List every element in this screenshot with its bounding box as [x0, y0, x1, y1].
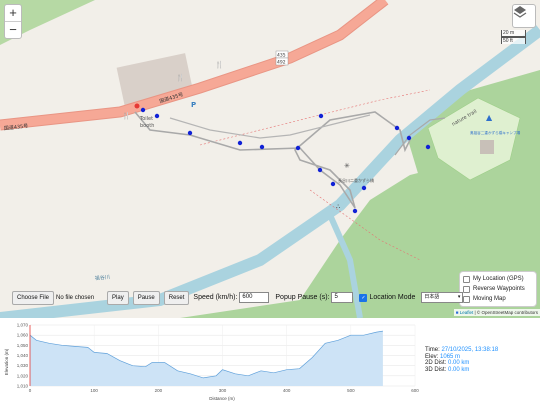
- x-tick-label: 200: [155, 388, 163, 393]
- choose-file-button[interactable]: Choose File: [12, 290, 55, 305]
- building: [480, 140, 494, 154]
- current-position-marker[interactable]: [134, 103, 140, 109]
- location-mode-label: Location Mode: [369, 294, 416, 301]
- leaflet-link[interactable]: Leaflet: [460, 310, 474, 315]
- map-view[interactable]: 🍴 🍴 🍴 P ▲ ✳ ⛬ 国道435号 国道435号 435 492 Toil…: [0, 0, 540, 318]
- scale-imperial: 50 ft: [501, 37, 526, 44]
- waypoint-marker[interactable]: [352, 208, 358, 214]
- y-tick-label: 1,020: [17, 373, 29, 378]
- scale-bar: 20 m 50 ft: [501, 30, 526, 44]
- waypoint-marker[interactable]: [259, 144, 265, 150]
- time-value: 27/10/2025, 13:38:18: [441, 347, 499, 353]
- popup-pause-label: Popup Pause (s):: [275, 294, 330, 301]
- time-label: Time:: [425, 347, 440, 353]
- dist2d-label: 2D Dist:: [425, 360, 447, 366]
- map-canvas: 🍴 🍴 🍴 P ▲ ✳ ⛬ 国道435号 国道435号 435 492 Toil…: [0, 0, 540, 318]
- moving-map-option[interactable]: Moving Map: [463, 294, 533, 304]
- speed-input[interactable]: 600: [239, 292, 270, 303]
- waypoint-marker[interactable]: [187, 130, 193, 136]
- x-tick-label: 500: [347, 388, 355, 393]
- dist2d-value: 0.00 km: [448, 360, 470, 366]
- dist3d-value: 0.00 km: [448, 366, 470, 373]
- viewpoint-icon: ✳: [344, 162, 350, 170]
- language-select[interactable]: 日本語 ▾: [421, 292, 464, 303]
- waypoint-marker[interactable]: [361, 185, 367, 191]
- y-tick-label: 1,010: [17, 384, 29, 389]
- waypoint-marker[interactable]: [154, 113, 160, 119]
- footpath: [134, 111, 411, 209]
- waypoint-marker[interactable]: [317, 167, 323, 173]
- dist3d-label: 3D Dist:: [425, 366, 447, 373]
- reverse-waypoints-option[interactable]: Reverse Waypoints: [463, 284, 533, 294]
- poi-label: Toilet: [139, 116, 153, 122]
- x-tick-label: 600: [411, 388, 419, 393]
- parking-icon: P: [191, 101, 196, 109]
- x-axis-label: Distance (m): [209, 396, 235, 401]
- y-axis-ticks: 1,010 1,020 1,030 1,040 1,050 1,060 1,070: [17, 323, 29, 389]
- pause-button[interactable]: Pause: [132, 290, 160, 305]
- zoom-out-button[interactable]: −: [5, 21, 21, 38]
- options-panel: My Location (GPS) Reverse Waypoints Movi…: [459, 271, 537, 307]
- x-tick-label: 0: [29, 388, 32, 393]
- y-axis-label: Elevation (m): [4, 348, 9, 375]
- x-tick-label: 400: [283, 388, 291, 393]
- waypoint-marker[interactable]: [425, 144, 431, 150]
- play-button[interactable]: Play: [107, 290, 129, 305]
- waypoint-marker[interactable]: [237, 140, 243, 146]
- y-tick-label: 1,060: [17, 333, 29, 338]
- y-tick-label: 1,040: [17, 353, 29, 358]
- viewpoint-icon: ⛬: [336, 203, 340, 210]
- waypoint-marker[interactable]: [140, 107, 146, 113]
- speed-label: Speed (km/h):: [193, 294, 238, 301]
- restaurant-icon: 🍴: [122, 111, 131, 120]
- poi-label: 奥祖谷二重かずら橋キャンプ場: [470, 130, 521, 135]
- road-shield-label: 435: [277, 53, 286, 59]
- layers-icon: [513, 6, 527, 18]
- moving-map-checkbox[interactable]: [463, 295, 470, 303]
- waypoint-marker[interactable]: [295, 145, 301, 151]
- y-tick-label: 1,030: [17, 363, 29, 368]
- leaflet-flag-icon: ■: [455, 310, 459, 315]
- poi-label: booth: [140, 123, 154, 129]
- x-axis-ticks: 0 100 200 300 400 500 600: [29, 388, 420, 393]
- road-shield-label: 492: [277, 60, 286, 66]
- waypoint-marker[interactable]: [330, 181, 336, 187]
- waypoint-marker[interactable]: [406, 135, 412, 141]
- my-location-checkbox[interactable]: [463, 275, 470, 283]
- reset-button[interactable]: Reset: [163, 290, 190, 305]
- poi-label: 長谷川二重かずら橋: [338, 177, 374, 183]
- scale-metric: 20 m: [501, 30, 526, 37]
- elev-value: 1065 m: [440, 353, 461, 360]
- waypoint-marker[interactable]: [394, 125, 400, 131]
- playback-controls: Choose File No file chosen Play Pause Re…: [12, 290, 464, 305]
- popup-pause-input[interactable]: 5: [331, 292, 354, 303]
- x-tick-label: 100: [90, 388, 98, 393]
- zoom-control: + −: [4, 4, 22, 39]
- y-tick-label: 1,050: [17, 343, 29, 348]
- campsite-icon: ▲: [486, 113, 493, 122]
- elevation-chart[interactable]: 1,010 1,020 1,030 1,040 1,050 1,060 1,070 0 100…: [0, 318, 420, 405]
- location-mode-checkbox[interactable]: ✓: [359, 293, 368, 302]
- track-info-panel: Time: 27/10/2025, 13:38:18 Elev: 1065 m …: [425, 347, 498, 373]
- file-status: No file chosen: [56, 294, 95, 301]
- elev-label: Elev:: [425, 353, 439, 360]
- chevron-down-icon: ▾: [457, 294, 461, 300]
- elevation-area: [30, 331, 383, 386]
- zoom-in-button[interactable]: +: [5, 5, 21, 21]
- restaurant-icon: 🍴: [176, 73, 185, 82]
- osm-attribution[interactable]: © OpenStreetMap contributors: [477, 310, 538, 315]
- restaurant-icon: 🍴: [215, 60, 224, 69]
- my-location-option[interactable]: My Location (GPS): [463, 274, 533, 284]
- x-tick-label: 300: [219, 388, 227, 393]
- reverse-waypoints-checkbox[interactable]: [463, 285, 470, 293]
- y-tick-label: 1,070: [17, 323, 29, 328]
- layers-button[interactable]: [512, 4, 536, 28]
- waypoint-marker[interactable]: [318, 113, 324, 119]
- river-label: 祖谷川: [94, 273, 110, 282]
- map-attribution: ■ Leaflet | © OpenStreetMap contributors: [453, 309, 540, 316]
